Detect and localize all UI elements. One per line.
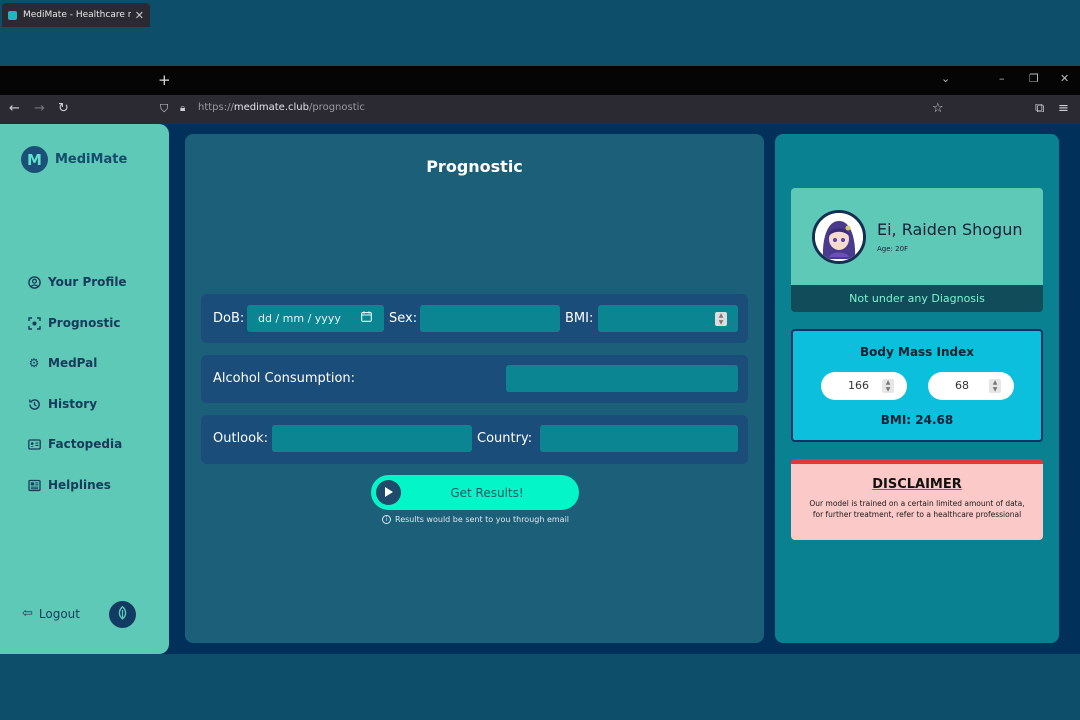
restore-icon[interactable]: ❐: [1029, 72, 1039, 85]
info-icon: i: [382, 515, 391, 524]
theme-toggle-button[interactable]: [109, 601, 136, 628]
sidebar-item-label: Factopedia: [48, 437, 123, 451]
email-note-text: Results would be sent to you through ema…: [395, 515, 570, 524]
profile-age: Age: 20F: [877, 245, 909, 253]
weight-stepper-icon[interactable]: ▲ ▼: [989, 379, 1001, 393]
history-icon: [27, 397, 41, 411]
height-stepper-icon[interactable]: ▲ ▼: [882, 379, 894, 393]
avatar[interactable]: [812, 210, 866, 264]
tab-title: MediMate - Healthcare made e: [23, 10, 131, 20]
disclaimer-title: DISCLAIMER: [872, 477, 962, 492]
sidebar-item-label: Helplines: [48, 478, 111, 492]
sex-input[interactable]: [420, 305, 560, 332]
reload-icon[interactable]: ↻: [58, 101, 69, 117]
country-label: Country:: [477, 431, 533, 446]
dob-placeholder: dd / mm / yyyy: [258, 312, 341, 325]
sidebar-item-helplines[interactable]: Helplines: [27, 478, 111, 492]
dob-date-input[interactable]: dd / mm / yyyy: [247, 305, 384, 332]
app-name: MediMate: [55, 152, 128, 167]
close-tab-icon[interactable]: ✕: [135, 9, 144, 22]
weight-input[interactable]: 68 ▲ ▼: [928, 372, 1014, 400]
new-tab-button[interactable]: +: [158, 70, 171, 90]
user-circle-icon: [27, 275, 41, 289]
dob-label: DoB:: [213, 311, 245, 326]
page-title: Prognostic: [426, 157, 523, 176]
logout-button[interactable]: ⇦ Logout: [22, 606, 80, 621]
play-triangle-icon: [385, 487, 393, 497]
newspaper-icon: [27, 478, 41, 492]
outlook-input[interactable]: [272, 425, 472, 452]
extensions-icon[interactable]: ⧉: [1035, 101, 1044, 117]
get-results-label: Get Results!: [450, 486, 524, 500]
sidebar-item-medpal[interactable]: ⚙ MedPal: [27, 356, 98, 370]
diagnosis-status: Not under any Diagnosis: [791, 285, 1043, 312]
disclaimer-text: Our model is trained on a certain limite…: [809, 499, 1025, 519]
height-input[interactable]: 166 ▲ ▼: [821, 372, 907, 400]
browser-tab[interactable]: MediMate - Healthcare made e ✕: [2, 3, 150, 27]
minimize-icon[interactable]: –: [999, 72, 1005, 85]
url-host: medimate.club: [233, 102, 309, 113]
lock-icon[interactable]: 🔒︎: [180, 101, 185, 117]
bmi-title: Body Mass Index: [860, 345, 974, 359]
scan-icon: [27, 316, 41, 330]
window-close-icon[interactable]: ✕: [1060, 72, 1069, 85]
sidebar-item-label: Your Profile: [48, 275, 127, 289]
logo-mark-icon: M: [21, 146, 48, 173]
sidebar-item-prognostic[interactable]: Prognostic: [27, 316, 120, 330]
shield-icon[interactable]: ⛉: [160, 101, 168, 117]
id-card-icon: [27, 437, 41, 451]
country-input[interactable]: [540, 425, 738, 452]
sidebar-item-history[interactable]: History: [27, 397, 97, 411]
height-value: 166: [848, 379, 869, 392]
bookmark-star-icon[interactable]: ☆: [932, 101, 944, 117]
alcohol-input[interactable]: [506, 365, 738, 392]
forward-icon[interactable]: →: [34, 101, 45, 117]
sidebar-item-label: History: [48, 397, 98, 411]
gear-icon: ⚙: [28, 356, 40, 370]
calendar-icon[interactable]: [361, 311, 372, 325]
bmi-stepper-icon[interactable]: ▲ ▼: [715, 312, 727, 326]
weight-value: 68: [955, 379, 969, 392]
menu-icon[interactable]: ≡: [1058, 101, 1069, 117]
bmi-label: BMI:: [565, 311, 594, 326]
profile-name: Ei, Raiden Shogun: [877, 220, 1023, 239]
outlook-label: Outlook:: [213, 431, 268, 446]
url-path: /prognostic: [308, 102, 365, 113]
back-icon[interactable]: ←: [9, 101, 20, 117]
bmi-input[interactable]: ▲ ▼: [598, 305, 738, 332]
logout-icon: ⇦: [22, 606, 33, 621]
url-bar[interactable]: https://medimate.club/prognostic: [198, 102, 365, 113]
bmi-result: BMI: 24.68: [880, 413, 954, 427]
sidebar-item-label: Prognostic: [48, 316, 121, 330]
logout-label: Logout: [38, 606, 80, 621]
sidebar-item-label: MedPal: [48, 356, 98, 370]
favicon-icon: [8, 10, 17, 20]
sidebar: [0, 124, 169, 654]
app-logo[interactable]: M MediMate: [21, 146, 127, 173]
alcohol-label: Alcohol Consumption:: [213, 371, 356, 386]
email-note: i Results would be sent to you through e…: [382, 515, 569, 524]
leaf-icon: [117, 605, 128, 624]
sidebar-item-factopedia[interactable]: Factopedia: [27, 437, 122, 451]
tab-list-chevron-icon[interactable]: ⌄: [941, 72, 950, 85]
url-prefix: https://: [198, 102, 234, 113]
sidebar-item-your-profile[interactable]: Your Profile: [27, 275, 127, 289]
sex-label: Sex:: [389, 311, 418, 326]
